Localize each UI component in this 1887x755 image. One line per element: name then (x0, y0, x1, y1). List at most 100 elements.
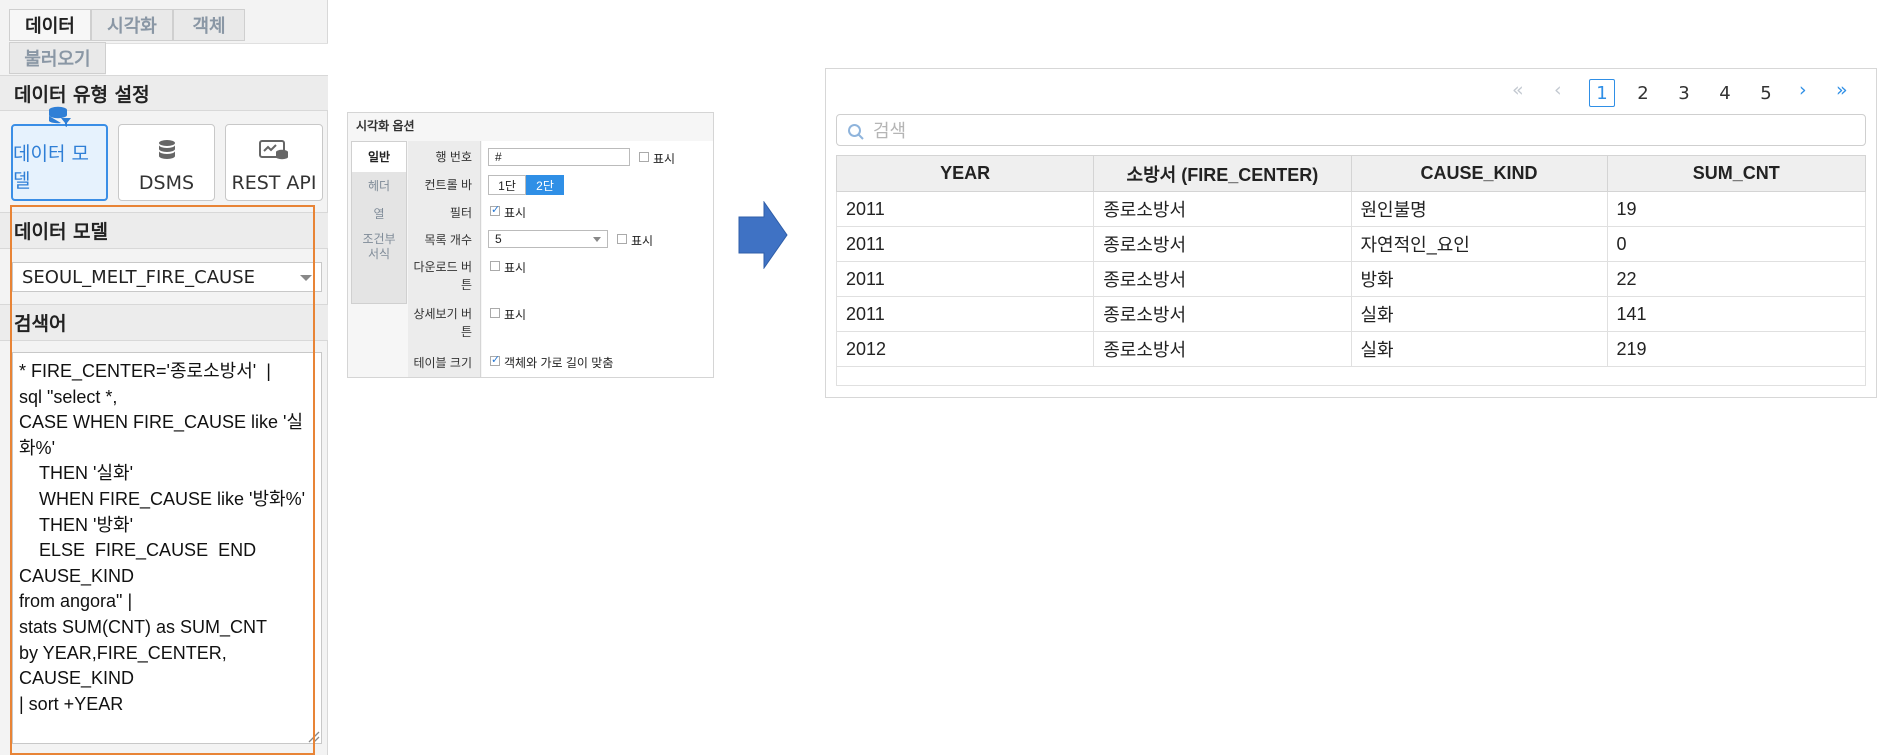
list-count-select[interactable]: 5 (488, 230, 608, 248)
database-icon (156, 139, 178, 172)
options-label-column: 행 번호 컨트롤 바 필터 목록 개수 다운로드 버 튼 상세보기 버 튼 테이… (408, 141, 481, 377)
chevron-down-icon (593, 237, 601, 242)
table-cell: 방화 (1350, 261, 1608, 297)
search-query-textarea[interactable]: * FIRE_CENTER='종로소방서' | sql "select *, C… (12, 352, 322, 744)
detail-button-show-text: 표시 (504, 308, 527, 322)
table-cell: 실화 (1350, 296, 1608, 332)
data-model-select-value: SEOUL_MELT_FIRE_CAUSE (22, 266, 256, 288)
table-cell: 219 (1606, 331, 1867, 367)
data-settings-panel: 데이터 시각화 객체 불러오기 데이터 유형 설정 데이터 모델 DSMS RE… (0, 0, 328, 755)
column-header[interactable]: SUM_CNT (1606, 155, 1867, 192)
data-model-select[interactable]: SEOUL_MELT_FIRE_CAUSE (12, 262, 322, 292)
row-number-input[interactable]: # (488, 148, 630, 166)
rest-api-type-button[interactable]: REST API (225, 124, 323, 201)
list-count-label: 목록 개수 (424, 233, 473, 247)
table-size-fit-text: 객체와 가로 길이 맞춤 (504, 356, 614, 370)
download-button-show-checkbox[interactable] (490, 261, 500, 271)
row-number-show-text: 표시 (653, 152, 676, 166)
table-cell: 종로소방서 (1093, 226, 1352, 262)
table-cell: 종로소방서 (1093, 331, 1352, 367)
dsms-type-button[interactable]: DSMS (118, 124, 215, 201)
control-bar-2-option[interactable]: 2단 (526, 175, 564, 195)
table-row[interactable]: 2011 종로소방서 실화 141 (835, 296, 1867, 332)
chevron-right-icon[interactable]: › (1799, 79, 1807, 101)
data-model-type-button[interactable]: 데이터 모델 (11, 106, 108, 201)
options-tab-conditional-format[interactable]: 조건부 서식 (352, 232, 406, 268)
list-count-show-text: 표시 (631, 234, 654, 248)
page-4-button[interactable]: 4 (1712, 79, 1738, 107)
page-2-button[interactable]: 2 (1630, 79, 1656, 107)
detail-button-label: 상세보기 버 튼 (413, 307, 472, 339)
tab-data[interactable]: 데이터 (9, 9, 91, 41)
table-size-fit-checkbox[interactable] (490, 353, 500, 366)
control-bar-label: 컨트롤 바 (424, 178, 473, 192)
table-cell: 자연적인_요인 (1350, 226, 1608, 262)
table-cell: 2011 (835, 261, 1095, 297)
options-tab-header[interactable]: 헤더 (352, 172, 406, 200)
resize-handle-icon[interactable] (306, 728, 320, 743)
table-footer (836, 364, 1866, 386)
data-model-type-label: 데이터 모델 (13, 143, 89, 192)
tab-load[interactable]: 불러오기 (9, 42, 106, 74)
page-1-button[interactable]: 1 (1589, 79, 1615, 107)
tab-bar-fill (106, 43, 328, 75)
table-cell: 종로소방서 (1093, 261, 1352, 297)
table-cell: 종로소방서 (1093, 296, 1352, 332)
list-count-show-checkbox[interactable] (617, 234, 627, 244)
table-size-label: 테이블 크기 (413, 356, 472, 370)
table-search-input[interactable]: 검색 (836, 114, 1866, 146)
rest-api-type-label: REST API (231, 172, 317, 194)
double-chevron-right-icon[interactable]: » (1836, 79, 1848, 101)
download-button-label: 다운로드 버 튼 (413, 260, 472, 292)
page-5-button[interactable]: 5 (1753, 79, 1779, 107)
table-cell: 22 (1606, 261, 1867, 297)
row-number-label: 행 번호 (435, 150, 472, 164)
options-value-column: # 표시 1단 2단 표시 5 표시 표시 표시 객체와 가로 길이 맞춤 (482, 141, 713, 377)
table-cell: 2011 (835, 226, 1095, 262)
table-row[interactable]: 2011 종로소방서 방화 22 (835, 261, 1867, 297)
dsms-type-label: DSMS (138, 172, 195, 194)
data-model-heading: 데이터 모델 (0, 212, 328, 249)
table-result-panel: « ‹ 1 2 3 4 5 › » 검색 YEAR 소방서 (FIRE_CENT… (825, 68, 1877, 398)
visualization-options-panel: 시각화 옵션 일반 헤더 열 조건부 서식 행 번호 컨트롤 바 필터 목록 개… (347, 112, 714, 378)
control-bar-1-option[interactable]: 1단 (488, 175, 526, 195)
options-tab-column[interactable]: 열 (352, 200, 406, 228)
search-query-heading: 검색어 (0, 304, 328, 341)
options-panel-title: 시각화 옵션 (356, 119, 415, 133)
result-table: YEAR 소방서 (FIRE_CENTER) CAUSE_KIND SUM_CN… (835, 155, 1867, 367)
row-number-show-checkbox[interactable] (639, 152, 649, 162)
search-placeholder: 검색 (873, 121, 907, 142)
right-arrow-icon (738, 200, 788, 273)
table-cell: 실화 (1350, 331, 1608, 367)
double-chevron-left-icon[interactable]: « (1512, 79, 1524, 101)
table-cell: 141 (1606, 296, 1867, 332)
options-tab-list: 일반 헤더 열 조건부 서식 (351, 141, 407, 304)
data-model-icon (47, 106, 73, 139)
table-cell: 2011 (835, 296, 1095, 332)
table-header-row: YEAR 소방서 (FIRE_CENTER) CAUSE_KIND SUM_CN… (835, 155, 1867, 192)
table-cell: 19 (1606, 191, 1867, 227)
list-count-value: 5 (495, 232, 502, 246)
column-header[interactable]: YEAR (835, 155, 1095, 192)
detail-button-show-checkbox[interactable] (490, 308, 500, 318)
table-cell: 종로소방서 (1093, 191, 1352, 227)
page-3-button[interactable]: 3 (1671, 79, 1697, 107)
table-row[interactable]: 2011 종로소방서 원인불명 19 (835, 191, 1867, 227)
download-button-show-text: 표시 (504, 261, 527, 275)
options-tab-general[interactable]: 일반 (352, 142, 406, 172)
column-header[interactable]: 소방서 (FIRE_CENTER) (1093, 155, 1352, 192)
table-row[interactable]: 2012 종로소방서 실화 219 (835, 331, 1867, 367)
tab-object[interactable]: 객체 (173, 9, 245, 41)
table-cell: 0 (1606, 226, 1867, 262)
rest-api-icon (259, 139, 289, 172)
filter-show-text: 표시 (504, 206, 527, 220)
filter-label: 필터 (449, 206, 472, 220)
chevron-down-icon (300, 275, 312, 281)
table-cell: 2011 (835, 191, 1095, 227)
filter-show-checkbox[interactable] (490, 203, 500, 216)
chevron-left-icon[interactable]: ‹ (1554, 79, 1562, 101)
column-header[interactable]: CAUSE_KIND (1350, 155, 1608, 192)
table-row[interactable]: 2011 종로소방서 자연적인_요인 0 (835, 226, 1867, 262)
table-cell: 2012 (835, 331, 1095, 367)
tab-visualization[interactable]: 시각화 (91, 9, 173, 41)
